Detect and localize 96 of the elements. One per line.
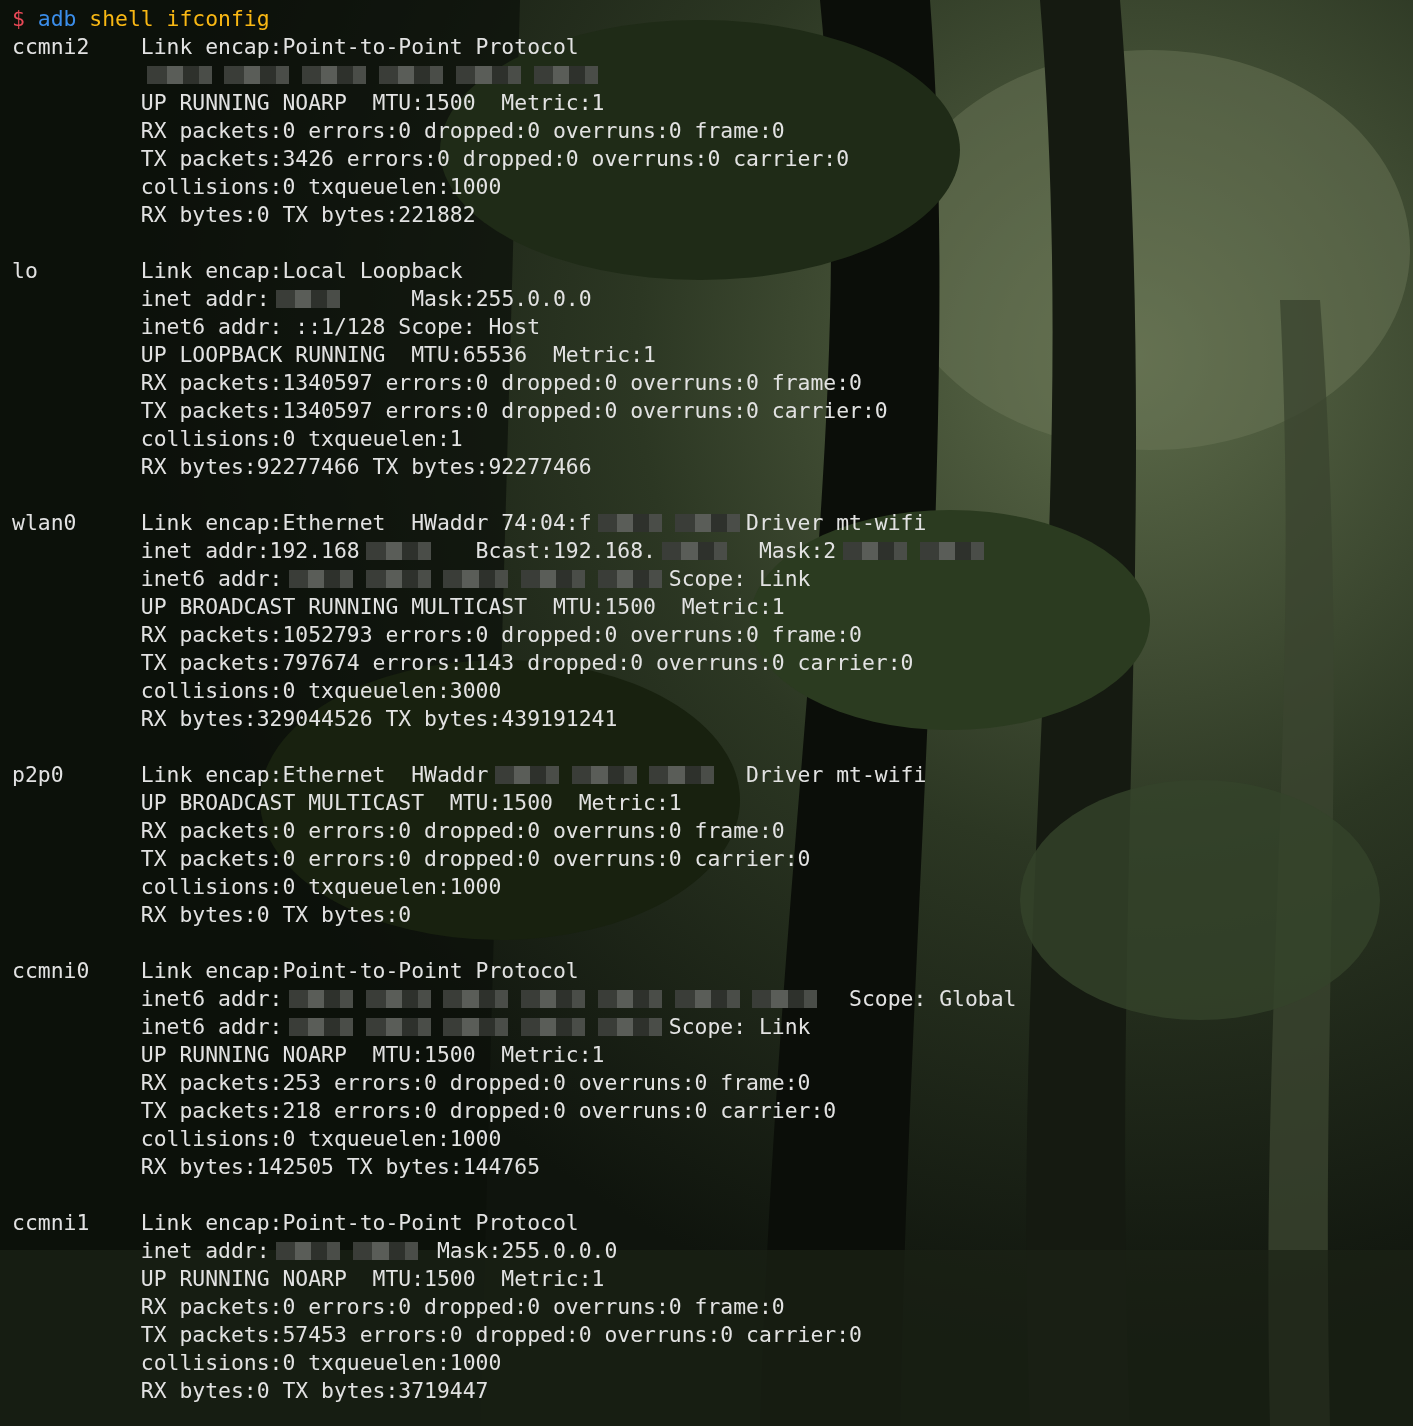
output-text: inet6 addr: [140,985,283,1013]
output-line: UP LOOPBACK RUNNING MTU:65536 Metric:1 [140,341,657,369]
output-line: TX packets:57453 errors:0 dropped:0 overruns:0 carrier:0 [140,1321,862,1349]
output-line: collisions:0 txqueuelen:3000 [140,677,503,705]
command-text: shell ifconfig [89,5,270,33]
redacted-block [379,66,444,84]
redacted-block [533,66,598,84]
output-line: RX packets:253 errors:0 dropped:0 overruns:0 frame:0 [140,1069,812,1097]
interface-name: ccmni0 [12,958,90,983]
redacted-block [288,570,354,588]
output-text: Mask:2 [757,537,837,565]
output-line: UP BROADCAST MULTICAST MTU:1500 Metric:1 [140,789,683,817]
output-text: inet6 addr: [140,565,283,593]
output-line: RX packets:0 errors:0 dropped:0 overruns:0 frame:0 [140,1293,786,1321]
output-text: Mask:255.0.0.0 [436,1237,618,1265]
command-text: adb [37,5,77,33]
redacted-block [443,570,508,588]
output-line: RX bytes:0 TX bytes:3719447 [140,1377,490,1405]
output-text: inet addr:192.168 [140,537,360,565]
redacted-block [675,990,740,1008]
output-line: TX packets:797674 errors:1143 dropped:0 overruns:0 carrier:0 [140,649,915,677]
prompt-symbol: $ [12,5,25,33]
output-line: TX packets:1340597 errors:0 dropped:0 overruns:0 carrier:0 [140,397,888,425]
output-text: Scope: Link [668,565,811,593]
output-line: RX bytes:92277466 TX bytes:92277466 [140,453,593,481]
redacted-block [597,570,663,588]
redacted-block [366,542,431,560]
redacted-block [572,766,637,784]
redacted-block [443,990,508,1008]
redacted-block [752,990,817,1008]
output-text: inet6 addr: [140,1013,283,1041]
output-text: Bcast:192.168. [474,537,656,565]
output-line: RX bytes:142505 TX bytes:144765 [140,1153,541,1181]
redacted-block [443,1018,508,1036]
interface-name: p2p0 [12,762,64,787]
redacted-block [649,766,714,784]
redacted-block [288,1018,354,1036]
output-line: collisions:0 txqueuelen:1 [140,425,464,453]
redacted-block [276,290,341,308]
redacted-block [301,66,367,84]
interface-name: ccmni2 [12,34,90,59]
output-text: inet addr: [140,285,270,313]
redacted-block [366,990,431,1008]
redacted-block [276,1242,341,1260]
output-line: collisions:0 txqueuelen:1000 [140,173,503,201]
redacted-block [597,1018,663,1036]
output-line: UP RUNNING NOARP MTU:1500 Metric:1 [140,89,606,117]
output-text: Mask:255.0.0.0 [410,285,592,313]
redacted-block [842,542,908,560]
output-line: RX bytes:329044526 TX bytes:439191241 [140,705,619,733]
redacted-block [224,66,289,84]
redacted-block [147,66,212,84]
output-text: Link encap:Ethernet HWaddr 74:04:f [140,509,592,537]
redacted-block [494,766,560,784]
redacted-block [366,570,431,588]
output-line: collisions:0 txqueuelen:1000 [140,1349,503,1377]
output-line: Link encap:Point-to-Point Protocol [140,33,580,61]
redacted-block [919,542,985,560]
output-text: Scope: Link [668,1013,811,1041]
output-line: TX packets:3426 errors:0 dropped:0 overruns:0 carrier:0 [140,145,850,173]
output-text: Driver mt-wifi [745,761,927,789]
redacted-block [520,990,586,1008]
output-line: TX packets:0 errors:0 dropped:0 overruns:0 carrier:0 [140,845,812,873]
output-line: UP BROADCAST RUNNING MULTICAST MTU:1500 Metric:1 [140,593,786,621]
output-line: RX packets:0 errors:0 dropped:0 overruns:0 frame:0 [140,817,786,845]
redacted-block [366,1018,431,1036]
redacted-block [662,542,727,560]
redacted-block [520,570,586,588]
redacted-block [456,66,521,84]
interface-name: lo [12,258,38,283]
output-line: RX packets:0 errors:0 dropped:0 overruns:0 frame:0 [140,117,786,145]
output-text: Scope: Global [848,985,1017,1013]
output-line: collisions:0 txqueuelen:1000 [140,873,503,901]
output-text: Driver mt-wifi [746,509,927,537]
output-line: Link encap:Point-to-Point Protocol [140,957,580,985]
output-line: RX bytes:0 TX bytes:221882 [140,201,477,229]
output-text: inet addr: [140,1237,270,1265]
output-line: RX packets:1052793 errors:0 dropped:0 overruns:0 frame:0 [140,621,863,649]
output-text: Link encap:Ethernet HWaddr [140,761,489,789]
interface-name: wlan0 [12,510,77,535]
output-line: RX packets:1340597 errors:0 dropped:0 overruns:0 frame:0 [140,369,863,397]
output-line: Link encap:Local Loopback [140,257,464,285]
output-line: collisions:0 txqueuelen:1000 [140,1125,503,1153]
output-line: RX bytes:0 TX bytes:0 [140,901,413,929]
output-line: Link encap:Point-to-Point Protocol [140,1209,580,1237]
redacted-block [353,1242,418,1260]
interface-name: ccmni1 [12,1210,90,1235]
redacted-block [520,1018,586,1036]
output-line: UP RUNNING NOARP MTU:1500 Metric:1 [140,1041,606,1069]
redacted-block [675,514,740,532]
redacted-block [288,990,354,1008]
redacted-block [597,514,663,532]
output-line: TX packets:218 errors:0 dropped:0 overruns:0 carrier:0 [140,1097,838,1125]
output-line: UP RUNNING NOARP MTU:1500 Metric:1 [140,1265,606,1293]
redacted-block [597,990,663,1008]
output-line: inet6 addr: ::1/128 Scope: Host [140,313,541,341]
